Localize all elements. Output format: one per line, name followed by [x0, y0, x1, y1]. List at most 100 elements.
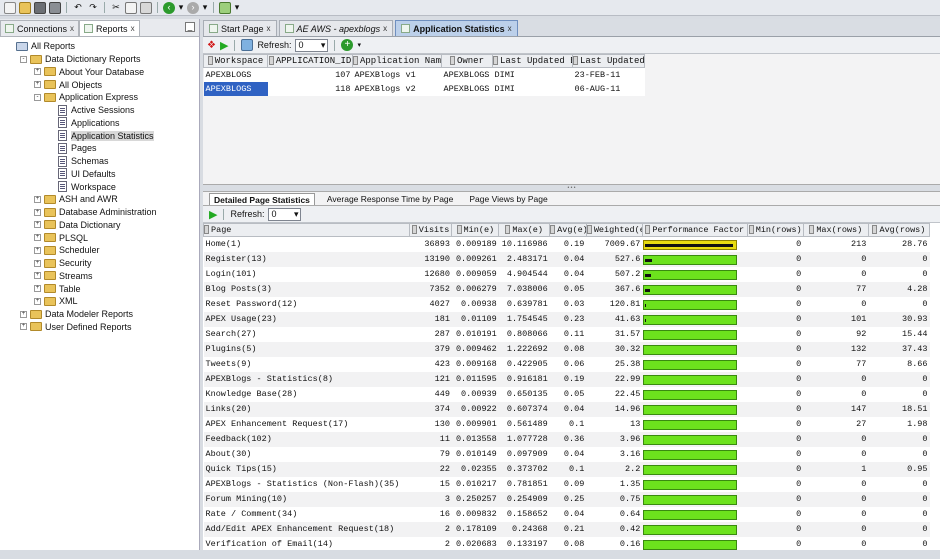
- tree-item-plsql[interactable]: + PLSQL: [0, 231, 199, 244]
- save-icon[interactable]: [34, 1, 46, 14]
- tree-item-schemas[interactable]: Schemas: [0, 155, 199, 168]
- table-row[interactable]: APEXBLOGS 118 APEXBlogs v2 APEXBLOGS DIMI 06-…: [203, 81, 645, 96]
- open-folder-icon[interactable]: [19, 1, 31, 14]
- table-row[interactable]: APEX Usage(23) 181 0.01109 1.754545 0.23 41.6…: [203, 311, 930, 327]
- cut-icon[interactable]: ✂: [110, 2, 122, 14]
- tree-item-application-statistics[interactable]: Application Statistics: [0, 129, 199, 142]
- subtab-detailed-page-statistics[interactable]: Detailed Page Statistics: [209, 193, 315, 205]
- table-row[interactable]: Login(101) 12680 0.009059 4.904544 0.04 507.2…: [204, 267, 930, 282]
- column-header-avg-e[interactable]: Avg(e): [549, 223, 587, 237]
- close-icon[interactable]: x: [383, 24, 387, 33]
- column-header-max-rows[interactable]: Max(rows): [802, 223, 869, 237]
- tree-item-streams[interactable]: + Streams: [0, 270, 199, 283]
- table-row[interactable]: APEXBLOGS 107 APEXBlogs v1 APEXBLOGS DIMI 23-…: [203, 67, 645, 82]
- expand-icon[interactable]: +: [34, 246, 41, 254]
- expand-icon[interactable]: +: [34, 297, 41, 305]
- close-icon[interactable]: x: [131, 24, 135, 33]
- table-row[interactable]: Knowledge Base(28) 449 0.00939 0.650135 0.05…: [204, 387, 930, 402]
- table-row[interactable]: Blog Posts(3) 7352 0.006279 7.038006 0.05 367…: [203, 281, 930, 297]
- save-all-icon[interactable]: [49, 1, 61, 14]
- column-header-owner[interactable]: Owner: [441, 54, 493, 68]
- expand-icon[interactable]: +: [34, 68, 41, 76]
- tree-item-security[interactable]: + Security: [0, 257, 199, 270]
- table-row[interactable]: Add/Edit APEX Enhancement Request(18) 2 0.…: [203, 521, 930, 537]
- table-row[interactable]: Feedback(102) 11 0.013558 1.077728 0.36 3.96 0…: [203, 431, 930, 447]
- expand-icon[interactable]: +: [20, 323, 27, 331]
- column-header-visits[interactable]: Visits: [408, 223, 453, 237]
- tree-item-scheduler[interactable]: + Scheduler: [0, 244, 199, 257]
- tree-item-data-dictionary[interactable]: + Data Dictionary: [0, 219, 199, 232]
- refresh-select[interactable]: 0 ▾: [268, 207, 302, 221]
- table-row[interactable]: Verification of Email(14) 2 0.020683 0.1331…: [204, 537, 930, 552]
- tree-item-workspace[interactable]: Workspace: [0, 180, 199, 193]
- tree-item-ash-and-awr[interactable]: + ASH and AWR: [0, 193, 199, 206]
- table-row[interactable]: Links(20) 374 0.00922 0.607374 0.04 14.96 0 147…: [203, 401, 930, 417]
- expand-icon[interactable]: +: [34, 81, 41, 89]
- table-row[interactable]: Home(1) 36893 0.009189 10.116986 0.19 7009.67…: [204, 237, 930, 252]
- column-header-page[interactable]: Page: [203, 223, 410, 237]
- column-header-min-e[interactable]: Min(e): [451, 223, 500, 237]
- tree-item-xml[interactable]: + XML: [0, 295, 199, 308]
- expand-icon[interactable]: +: [34, 208, 41, 216]
- tree-item-data-dictionary-reports[interactable]: - Data Dictionary Reports: [0, 53, 199, 66]
- tab-ae-aws-apexblogs[interactable]: AE AWS - apexblogs x: [278, 20, 394, 36]
- close-icon[interactable]: x: [508, 24, 512, 33]
- table-row[interactable]: APEX Enhancement Request(17) 130 0.009901 0…: [204, 417, 930, 432]
- refresh-select[interactable]: 0 ▾: [295, 38, 329, 52]
- table-row[interactable]: Search(27) 287 0.010191 0.808066 0.11 31.57 0 9…: [204, 327, 930, 342]
- pin-icon[interactable]: ❖: [207, 40, 216, 51]
- tree-item-about-your-database[interactable]: + About Your Database: [0, 66, 199, 79]
- tab-connections[interactable]: Connections x: [0, 20, 80, 36]
- column-header-min-rows[interactable]: Min(rows): [746, 223, 804, 237]
- table-row[interactable]: Rate / Comment(34) 16 0.009832 0.158652 0.04…: [204, 507, 930, 522]
- paste-icon[interactable]: [140, 1, 152, 14]
- column-header-last-updated[interactable]: Last Updated: [572, 54, 645, 68]
- sql-worksheet-icon[interactable]: [219, 1, 231, 14]
- tree-item-applications[interactable]: Applications: [0, 117, 199, 130]
- collapse-icon[interactable]: -: [20, 55, 27, 63]
- dropdown-arrow-icon[interactable]: ▾: [202, 2, 208, 14]
- column-header-performance-factor[interactable]: Performance Factor: [641, 223, 748, 237]
- tree-item-table[interactable]: + Table: [0, 282, 199, 295]
- expand-icon[interactable]: +: [34, 285, 41, 293]
- forward-icon[interactable]: ›: [187, 1, 199, 14]
- tree-item-ui-defaults[interactable]: UI Defaults: [0, 168, 199, 181]
- column-header-application-name[interactable]: Application Name: [352, 54, 442, 68]
- run-report-icon[interactable]: ▶: [209, 208, 217, 221]
- table-row[interactable]: APEXBlogs - Statistics (Non-Flash)(35) 15…: [204, 477, 930, 492]
- table-row[interactable]: Tweets(9) 423 0.009168 0.422905 0.06 25.38 0 77…: [204, 357, 930, 372]
- add-icon[interactable]: +: [341, 39, 354, 51]
- tree-item-user-defined-reports[interactable]: + User Defined Reports: [0, 321, 199, 334]
- close-icon[interactable]: x: [267, 24, 271, 33]
- collapse-icon[interactable]: -: [34, 93, 41, 101]
- expand-icon[interactable]: +: [34, 221, 41, 229]
- subtab-page-views[interactable]: Page Views by Page: [465, 193, 551, 205]
- table-row[interactable]: Plugins(5) 379 0.009462 1.222692 0.08 30.32 0 1…: [203, 341, 930, 357]
- table-row[interactable]: Reset Password(12) 4027 0.00938 0.639781 0.0…: [204, 297, 930, 312]
- close-icon[interactable]: x: [70, 24, 74, 33]
- expand-icon[interactable]: +: [34, 272, 41, 280]
- splitter-handle[interactable]: • • •: [203, 185, 940, 192]
- dropdown-arrow-icon[interactable]: ▾: [234, 2, 240, 14]
- tab-reports[interactable]: Reports x: [79, 20, 140, 36]
- run-report-icon[interactable]: ▶: [220, 39, 228, 52]
- column-header-max-e[interactable]: Max(e): [498, 223, 551, 237]
- minimize-button[interactable]: _: [185, 22, 195, 32]
- dropdown-arrow-icon[interactable]: ▾: [357, 41, 361, 49]
- table-row[interactable]: Forum Mining(10) 3 0.250257 0.254909 0.25 0.7…: [203, 491, 930, 507]
- tree-item-database-administration[interactable]: + Database Administration: [0, 206, 199, 219]
- undo-icon[interactable]: ↶: [72, 2, 84, 14]
- new-file-icon[interactable]: [4, 1, 16, 14]
- table-row[interactable]: APEXBlogs - Statistics(8) 121 0.011595 0.91…: [203, 371, 930, 387]
- dropdown-arrow-icon[interactable]: ▾: [178, 2, 184, 14]
- tree-item-application-express[interactable]: - Application Express: [0, 91, 199, 104]
- column-header-application-id[interactable]: APPLICATION_ID: [267, 54, 353, 68]
- column-header-workspace[interactable]: Workspace: [203, 54, 268, 68]
- expand-icon[interactable]: +: [34, 234, 41, 242]
- column-header-avg-rows[interactable]: Avg(rows): [867, 223, 931, 237]
- column-header-weighted-e[interactable]: Weighted(e): [585, 223, 643, 237]
- expand-icon[interactable]: +: [34, 195, 41, 203]
- copy-icon[interactable]: [125, 1, 137, 14]
- table-row[interactable]: Register(13) 13190 0.009261 2.483171 0.04 527…: [203, 251, 930, 267]
- tree-item-pages[interactable]: Pages: [0, 142, 199, 155]
